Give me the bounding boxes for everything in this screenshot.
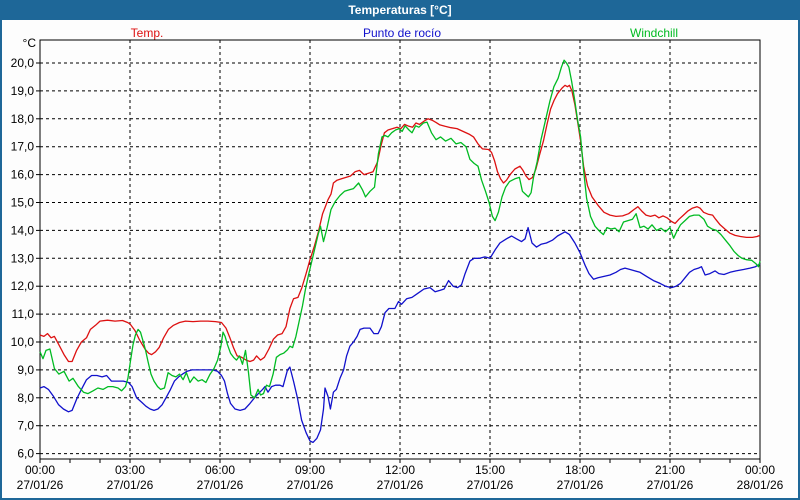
x-tick-time-label: 15:00 (475, 463, 505, 477)
x-tick-time-label: 06:00 (205, 463, 235, 477)
y-tick-label: 15,0 (11, 196, 35, 210)
y-tick-label: 7,0 (17, 419, 34, 433)
y-tick-label: 16,0 (11, 168, 35, 182)
y-tick-label: 13,0 (11, 251, 35, 265)
y-tick-label: 9,0 (17, 363, 34, 377)
x-tick-time-label: 00:00 (25, 463, 55, 477)
y-tick-label: 17,0 (11, 140, 35, 154)
x-tick-date-label: 27/01/26 (17, 478, 64, 492)
y-tick-label: 14,0 (11, 223, 35, 237)
y-tick-label: 6,0 (17, 447, 34, 461)
x-tick-time-label: 18:00 (565, 463, 595, 477)
y-tick-label: 10,0 (11, 335, 35, 349)
x-tick-date-label: 27/01/26 (557, 478, 604, 492)
x-tick-date-label: 27/01/26 (107, 478, 154, 492)
x-tick-date-label: 27/01/26 (647, 478, 694, 492)
x-tick-date-label: 28/01/26 (737, 478, 784, 492)
x-tick-time-label: 21:00 (655, 463, 685, 477)
x-tick-date-label: 27/01/26 (377, 478, 424, 492)
x-tick-time-label: 12:00 (385, 463, 415, 477)
weather-chart-widget: Temperaturas [°C] Temp. Punto de rocío W… (0, 0, 800, 500)
y-tick-label: 18,0 (11, 112, 35, 126)
x-tick-date-label: 27/01/26 (197, 478, 244, 492)
x-tick-time-label: 00:00 (745, 463, 775, 477)
y-tick-label: 11,0 (12, 307, 35, 321)
x-tick-time-label: 03:00 (115, 463, 145, 477)
y-tick-label: 8,0 (17, 391, 34, 405)
x-tick-time-label: 09:00 (295, 463, 325, 477)
y-tick-label: 12,0 (11, 279, 35, 293)
x-tick-date-label: 27/01/26 (287, 478, 334, 492)
temperature-line-chart: 20,0 19,0 18,0 17,0 16,0 15,0 14,0 13,0 12,0 11,0… (0, 0, 800, 500)
y-tick-label: 19,0 (11, 84, 35, 98)
x-tick-date-label: 27/01/26 (467, 478, 514, 492)
y-tick-label: 20,0 (11, 56, 35, 70)
